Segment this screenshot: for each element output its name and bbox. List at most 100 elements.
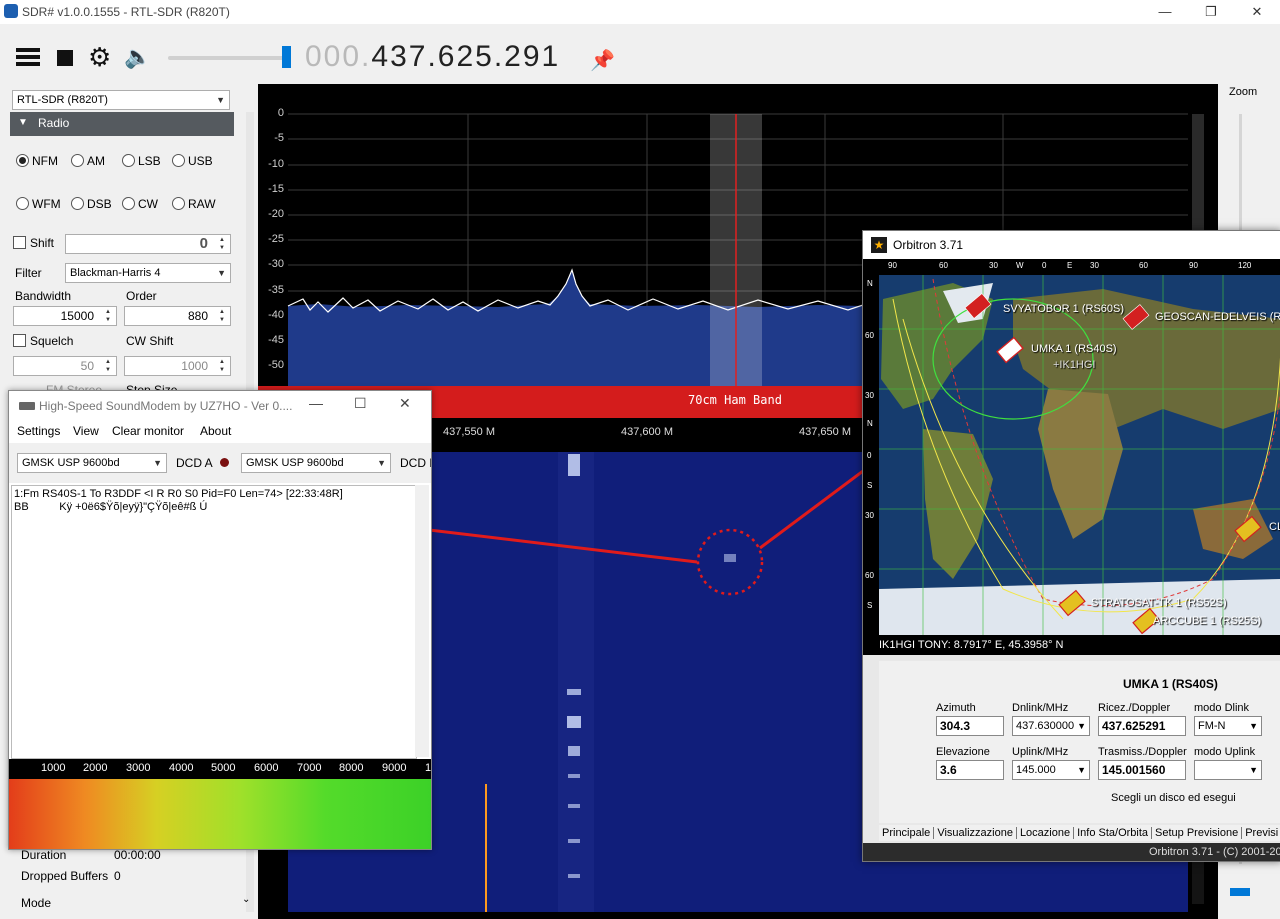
- cwshift-value: 1000: [181, 359, 208, 373]
- tab-info-orbita[interactable]: Info Sta/Orbita: [1074, 827, 1153, 839]
- stop-icon[interactable]: [57, 50, 73, 66]
- modo-dlink-select[interactable]: FM-N ▼: [1194, 716, 1262, 736]
- modem-b-value: GMSK USP 9600bd: [246, 457, 344, 469]
- spin-icon[interactable]: ▲ ▼: [215, 358, 229, 374]
- scale-tick: 5000: [211, 762, 236, 774]
- uplink-select[interactable]: 145.000 ▼: [1012, 760, 1090, 780]
- satellite-label-selected[interactable]: UMKA 1 (RS40S): [1031, 343, 1117, 355]
- lat-tick: N: [867, 279, 873, 288]
- menu-view[interactable]: View: [73, 424, 99, 438]
- filter-select[interactable]: Blackman-Harris 4 ▼: [65, 263, 231, 283]
- maximize-button[interactable]: ❐: [1188, 0, 1234, 24]
- tab-locazione[interactable]: Locazione: [1016, 827, 1075, 839]
- device-select[interactable]: RTL-SDR (R820T) ▼: [12, 90, 230, 110]
- menu-icon[interactable]: [16, 48, 40, 66]
- location-text: IK1HGI TONY: 8.7917° E, 45.3958° N: [879, 639, 1064, 651]
- dnlink-select[interactable]: 437.630000 ▼: [1012, 716, 1090, 736]
- modo-uplink-select[interactable]: ▼: [1194, 760, 1262, 780]
- satellite-label[interactable]: ARCCUBE 1 (RS25S): [1153, 615, 1261, 627]
- menu-clear-monitor[interactable]: Clear monitor: [112, 424, 184, 438]
- dropped-value: 0: [114, 869, 121, 883]
- mode-nfm[interactable]: NFM: [16, 154, 58, 168]
- close-button[interactable]: ✕: [1234, 0, 1280, 24]
- mode-raw[interactable]: RAW: [172, 197, 216, 211]
- lon-tick: 30: [989, 261, 998, 270]
- mode-wfm[interactable]: WFM: [16, 197, 61, 211]
- radio-icon: [172, 197, 185, 210]
- menu-about[interactable]: About: [200, 424, 231, 438]
- zoom-slider-thumb[interactable]: [1230, 888, 1250, 896]
- azimuth-field[interactable]: 304.3: [936, 716, 1004, 736]
- scale-tick: 8000: [339, 762, 364, 774]
- chevron-down-icon[interactable]: ⌄: [242, 894, 250, 905]
- ricez-field[interactable]: 437.625291: [1098, 716, 1186, 736]
- satellite-label[interactable]: SVYATOBOR 1 (RS60S): [1003, 303, 1124, 315]
- orbitron-footer: Orbitron 3.71 - (C) 2001-200: [1149, 846, 1280, 858]
- squelch-label: Squelch: [30, 334, 74, 348]
- spin-icon[interactable]: ▲ ▼: [101, 308, 115, 324]
- modem-config-bar: GMSK USP 9600bd ▼ DCD A GMSK USP 9600bd ▼ …: [9, 443, 431, 483]
- spin-icon[interactable]: ▲ ▼: [215, 236, 229, 252]
- spin-icon[interactable]: ▲ ▼: [101, 358, 115, 374]
- volume-slider-thumb[interactable]: [282, 46, 291, 68]
- cwshift-input[interactable]: 1000 ▲ ▼: [124, 356, 231, 376]
- lon-tick: E: [1067, 261, 1073, 270]
- mode-cw[interactable]: CW: [122, 197, 158, 211]
- pin-icon[interactable]: 📌: [590, 48, 615, 73]
- freq-tick: 437,600 M: [621, 426, 673, 438]
- orbitron-title: Orbitron 3.71: [893, 238, 964, 252]
- satellite-label[interactable]: GEOSCAN-EDELVEIS (RS: [1155, 311, 1280, 323]
- menu-settings[interactable]: Settings: [17, 424, 60, 438]
- tab-setup-previsione[interactable]: Setup Previsione: [1152, 827, 1243, 839]
- monitor-line: 1:Fm RS40S-1 To R3DDF <I R R0 S0 Pid=F0 …: [14, 488, 343, 500]
- gear-icon[interactable]: ⚙: [88, 44, 111, 70]
- bandwidth-input[interactable]: 15000 ▲ ▼: [13, 306, 117, 326]
- shift-checkbox[interactable]: Shift: [13, 236, 54, 250]
- tab-principale[interactable]: Principale: [879, 827, 935, 839]
- trasm-field[interactable]: 145.001560: [1098, 760, 1186, 780]
- soundmodem-window: High-Speed SoundModem by UZ7HO - Ver 0..…: [8, 390, 432, 850]
- monitor-scrollbar[interactable]: [415, 485, 429, 757]
- mode-dsb[interactable]: DSB: [71, 197, 112, 211]
- sdr-app-icon: [4, 4, 18, 18]
- modem-b-select[interactable]: GMSK USP 9600bd ▼: [241, 453, 391, 473]
- squelch-input[interactable]: 50 ▲ ▼: [13, 356, 117, 376]
- mode-section-label[interactable]: Mode: [21, 896, 51, 910]
- lat-tick: 60: [865, 571, 874, 580]
- tab-visualizzazione[interactable]: Visualizzazione: [934, 827, 1017, 839]
- mode-am[interactable]: AM: [71, 154, 105, 168]
- mode-usb[interactable]: USB: [172, 154, 213, 168]
- world-map[interactable]: 90 60 30 W 0 E 30 60 90 120 N 60 30 N 0 …: [863, 259, 1280, 639]
- monitor-text[interactable]: 1:Fm RS40S-1 To R3DDF <I R R0 S0 Pid=F0 …: [11, 485, 417, 759]
- trasm-label: Trasmiss./Doppler: [1098, 746, 1187, 758]
- modem-a-select[interactable]: GMSK USP 9600bd ▼: [17, 453, 167, 473]
- spin-icon[interactable]: ▲ ▼: [215, 308, 229, 324]
- close-button[interactable]: ✕: [399, 395, 411, 412]
- db-tick: -50: [268, 359, 284, 371]
- shift-input[interactable]: 0 ▲ ▼: [65, 234, 231, 254]
- squelch-checkbox[interactable]: Squelch: [13, 334, 73, 348]
- satellite-label[interactable]: STRATOSAT-TK 1 (RS52S): [1091, 597, 1227, 609]
- volume-slider[interactable]: [168, 56, 288, 60]
- order-input[interactable]: 880 ▲ ▼: [124, 306, 231, 326]
- tab-previsione[interactable]: Previsi: [1242, 827, 1280, 839]
- frequency-display[interactable]: 000.437.625.291: [305, 40, 560, 74]
- azimuth-label: Azimuth: [936, 702, 976, 714]
- minimize-button[interactable]: —: [309, 395, 323, 411]
- audio-scale: 1000 2000 3000 4000 5000 6000 7000 8000 …: [9, 759, 431, 779]
- scale-tick: 4000: [169, 762, 194, 774]
- satellite-label[interactable]: CL: [1269, 521, 1280, 533]
- radio-icon: [172, 154, 185, 167]
- frequency-dim-digits: 000.: [305, 40, 372, 73]
- modo-uplink-label: modo Uplink: [1194, 746, 1256, 758]
- elevation-field[interactable]: 3.6: [936, 760, 1004, 780]
- speaker-icon[interactable]: 🔈: [124, 46, 151, 68]
- minimize-button[interactable]: —: [1142, 0, 1188, 24]
- radio-panel-header[interactable]: ▼ Radio: [10, 112, 234, 136]
- mode-label: AM: [87, 154, 105, 168]
- cwshift-label: CW Shift: [126, 334, 174, 348]
- mode-lsb[interactable]: LSB: [122, 154, 161, 168]
- satellite-name: UMKA 1 (RS40S): [1123, 677, 1218, 691]
- maximize-button[interactable]: ☐: [354, 395, 367, 412]
- lat-tick: 60: [865, 331, 874, 340]
